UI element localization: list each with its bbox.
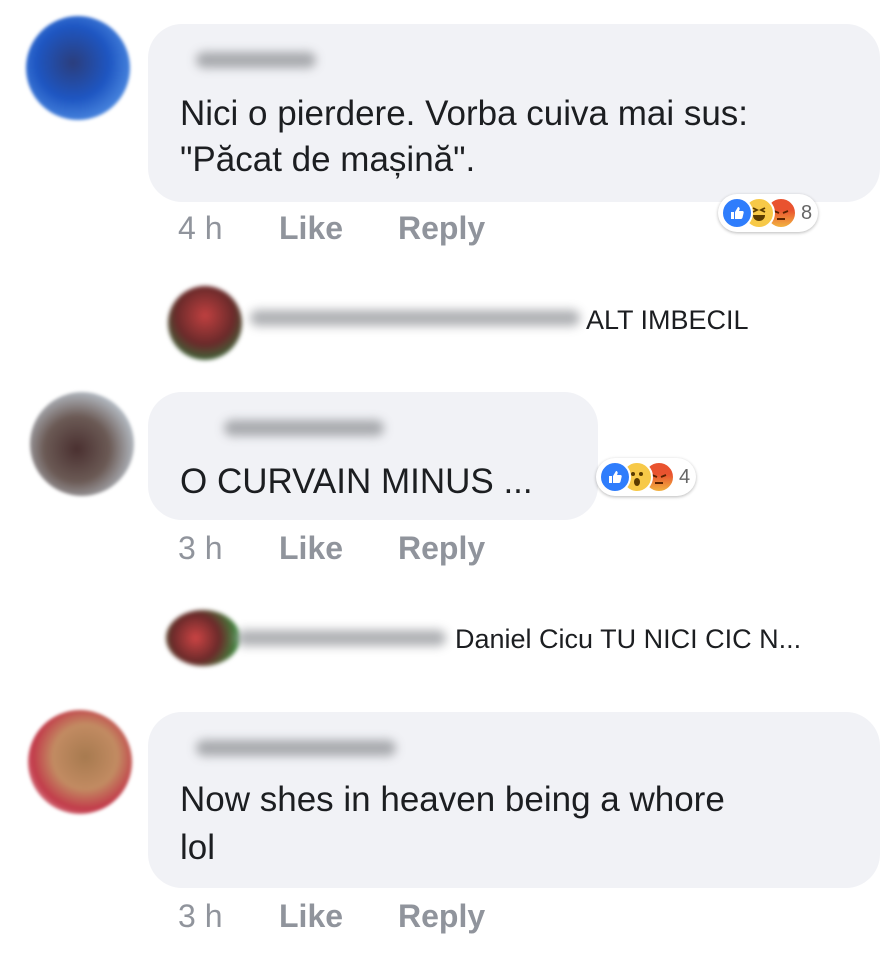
reply-button[interactable]: Reply (398, 898, 485, 935)
reply-button[interactable]: Reply (398, 210, 485, 247)
timestamp: 4 h (178, 210, 223, 246)
reply-text: ALT IMBECIL (586, 305, 749, 335)
reactions-summary[interactable]: 4 (596, 458, 697, 496)
comment-text-line: "Păcat de mașină". (180, 140, 476, 179)
redacted-author-name (196, 740, 396, 756)
timestamp: 3 h (178, 530, 223, 566)
redacted-author-name (236, 630, 446, 646)
like-button[interactable]: Like (279, 530, 343, 567)
avatar[interactable] (30, 392, 134, 496)
timestamp: 3 h (178, 898, 223, 934)
avatar (166, 610, 240, 666)
comment-text-line: Now shes in heaven being a whore (180, 780, 725, 819)
like-button[interactable]: Like (279, 210, 343, 247)
reply-text: Daniel Cicu TU NICI CIC N... (455, 624, 802, 654)
reaction-count: 4 (679, 465, 691, 488)
reaction-count: 8 (801, 201, 813, 224)
comment-text-line: O CURVAIN MINUS ... (180, 462, 533, 501)
reactions-summary[interactable]: 8 (718, 194, 819, 232)
comment-text-line: lol (180, 828, 216, 867)
like-icon (721, 197, 753, 229)
avatar[interactable] (28, 710, 132, 814)
reply-button[interactable]: Reply (398, 530, 485, 567)
avatar (168, 286, 242, 360)
like-icon (599, 461, 631, 493)
redacted-author-name (250, 310, 580, 326)
comment-text-line: Nici o pierdere. Vorba cuiva mai sus: (180, 94, 749, 133)
like-button[interactable]: Like (279, 898, 343, 935)
redacted-author-name (224, 420, 384, 436)
avatar[interactable] (26, 16, 130, 120)
redacted-author-name (196, 52, 316, 68)
